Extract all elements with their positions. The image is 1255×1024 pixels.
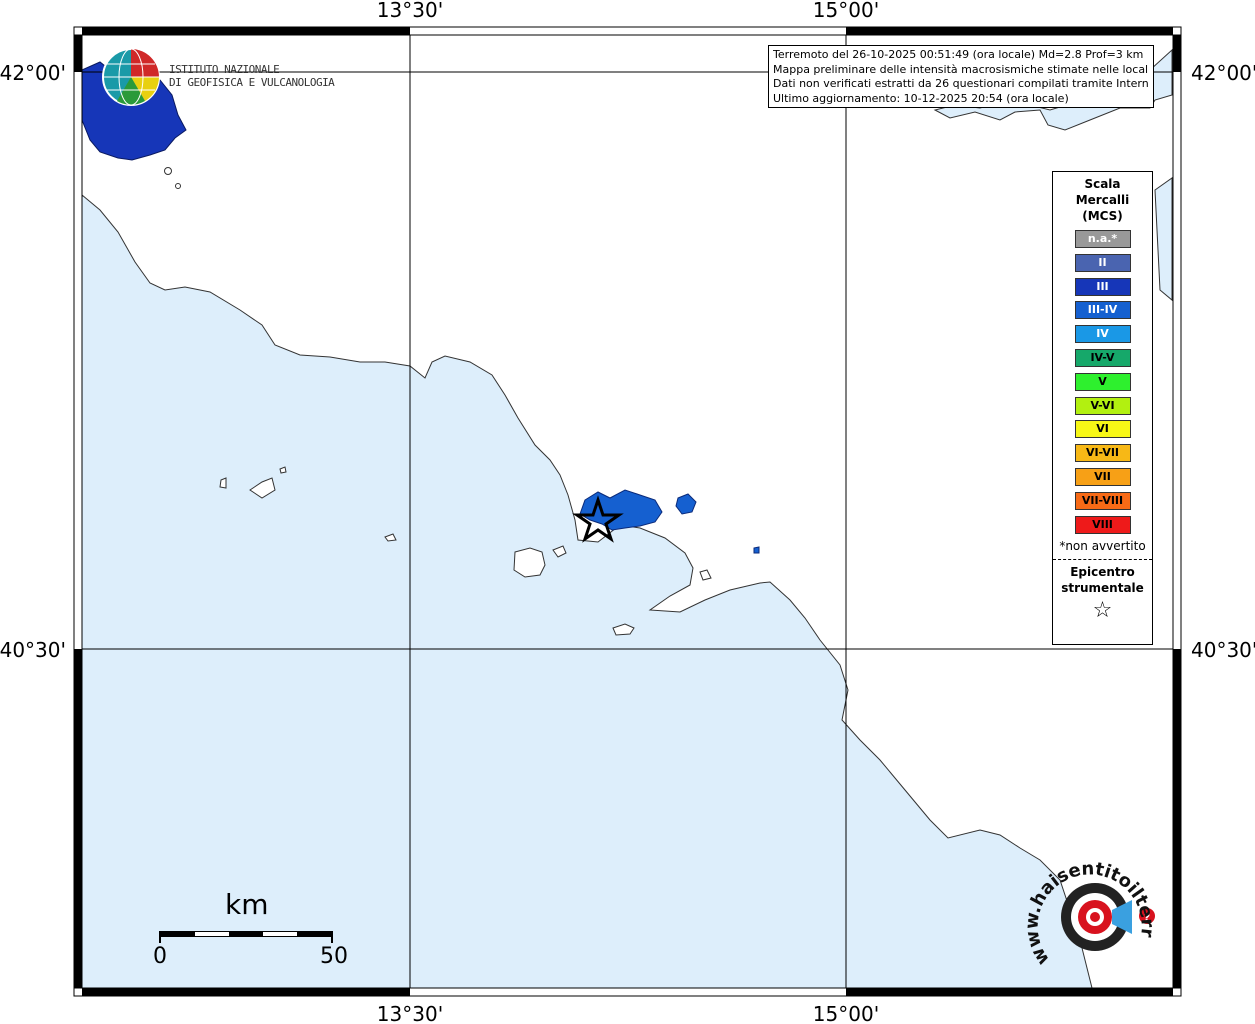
info-line-updated: Ultimo aggiornamento: 10-12-2025 20:54 (… [773,91,1069,105]
intensity-legend: Scala Mercalli (MCS) n.a.* II III III-IV IV IV-… [1052,171,1153,645]
legend-epicenter-label: Epicentro strumentale [1061,565,1144,596]
ingv-line-1: ISTITUTO NAZIONALE [169,63,280,76]
lon-label-bottom-left: 13°30' [377,1002,443,1024]
scale-unit: km [225,888,269,921]
legend-item: VII-VIII [1074,491,1131,510]
legend-item: III-IV [1074,301,1131,320]
scale-end: 50 [320,944,348,969]
event-info-box: Terremoto del 26-10-2025 00:51:49 (ora l… [768,45,1154,108]
ingv-line-2: DI GEOFISICA E VULCANOLOGIA [169,76,335,89]
lon-label-bottom-right: 15°00' [813,1002,879,1024]
legend-items: n.a.* II III III-IV IV IV-V V V-VI VI VI-VII VII VI… [1053,230,1152,534]
legend-item: VI-VII [1074,444,1131,463]
legend-item: VII [1074,467,1131,486]
legend-item: IV-V [1074,348,1131,367]
legend-item: III [1074,277,1131,296]
lat-label-left-bottom: 40°30' [0,638,66,662]
legend-separator [1053,559,1152,561]
island-ischia [513,547,546,578]
legend-item: II [1074,253,1131,272]
ingv-logo-text: ISTITUTO NAZIONALE DI GEOFISICA E VULCAN… [169,63,335,89]
lon-label-top-right: 15°00' [813,0,879,22]
scale-start: 0 [153,944,167,969]
legend-note: *non avvertito [1059,539,1146,554]
lat-label-left-top: 42°00' [0,61,66,85]
lon-label-top-left: 13°30' [377,0,443,22]
star-icon: ☆ [1092,598,1113,624]
ingv-logo-icon [102,48,160,106]
lat-label-right-top: 42°00' [1191,61,1255,85]
legend-item: VIII [1074,515,1131,534]
intensity-area-small [753,546,760,554]
legend-title: Scala Mercalli (MCS) [1075,177,1130,223]
legend-item: IV [1074,325,1131,344]
islet [164,167,172,175]
legend-item: n.a.* [1074,230,1131,248]
info-line-event: Terremoto del 26-10-2025 00:51:49 (ora l… [773,48,1144,61]
islet [175,183,181,189]
legend-item: V [1074,372,1131,391]
lat-label-right-bottom: 40°30' [1191,638,1255,662]
legend-item: V-VI [1074,396,1131,415]
legend-item: VI [1074,420,1131,439]
info-line-data-source: Dati non verificati estratti da 26 quest… [773,77,1149,90]
info-line-description: Mappa preliminare delle intensità macros… [773,62,1149,76]
